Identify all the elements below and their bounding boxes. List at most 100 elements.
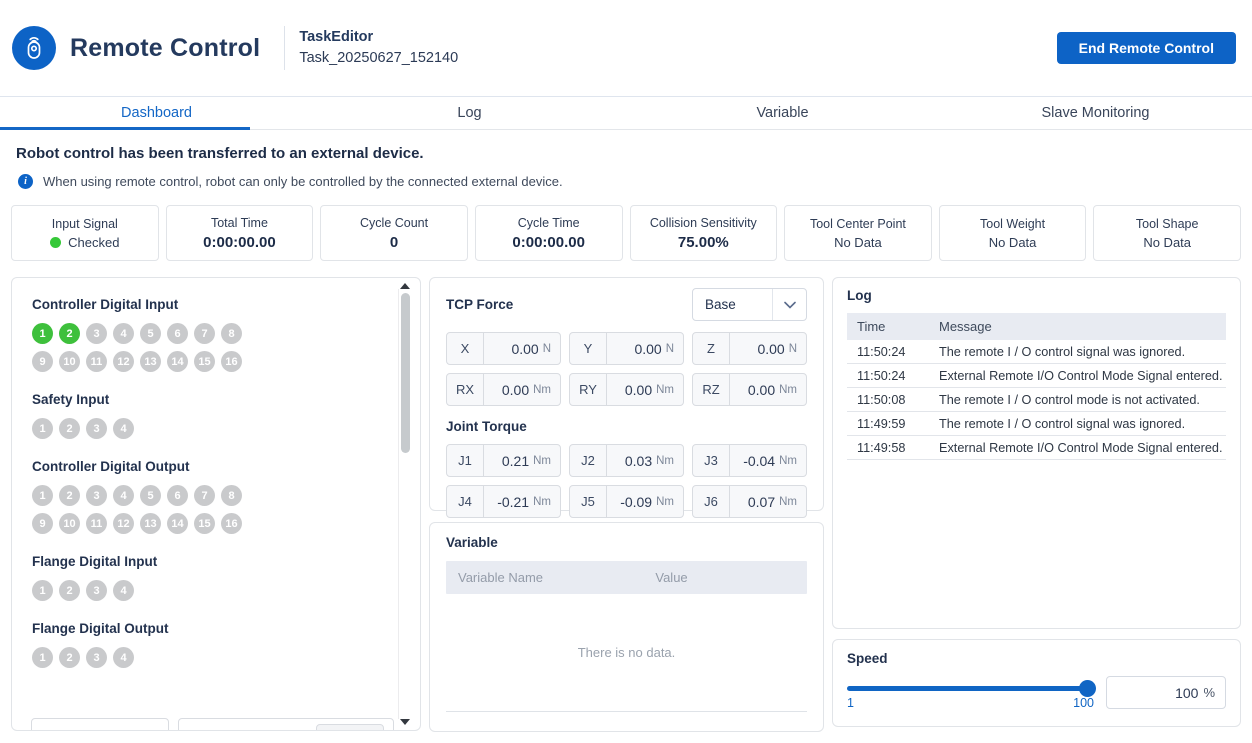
- info-icon: i: [18, 174, 33, 189]
- tab-slave-monitoring[interactable]: Slave Monitoring: [939, 97, 1252, 129]
- tcp-force-label: RZ: [693, 374, 730, 405]
- speed-value-input[interactable]: 100 %: [1106, 676, 1226, 709]
- joint-torque-field-j1: J10.21Nm: [446, 444, 561, 477]
- task-name: Task_20250627_152140: [299, 48, 458, 69]
- tab-log[interactable]: Log: [313, 97, 626, 129]
- speed-panel: Speed 1 100 100 %: [832, 639, 1241, 727]
- coordinate-frame-select[interactable]: Base: [692, 288, 807, 321]
- io-indicator-7: 7: [194, 323, 215, 344]
- scroll-down-icon[interactable]: [400, 719, 410, 725]
- log-panel: Log Time Message 11:50:24 The remote I /…: [832, 277, 1241, 629]
- stat-label: Tool Shape: [1136, 217, 1199, 231]
- stat-card: Tool Weight No Data: [939, 205, 1087, 261]
- io-indicator-12: 12: [113, 351, 134, 372]
- notice-info-text: When using remote control, robot can onl…: [43, 174, 563, 189]
- stat-value: 0: [390, 234, 398, 251]
- log-message: External Remote I/O Control Mode Signal …: [939, 441, 1226, 455]
- log-time: 11:49:59: [847, 417, 939, 431]
- log-row: 11:49:58 External Remote I/O Control Mod…: [847, 436, 1226, 460]
- io-indicator-12: 12: [113, 513, 134, 534]
- io-section-title: Controller Digital Output: [32, 459, 386, 474]
- stat-value: No Data: [989, 235, 1037, 250]
- io-indicator-2: 2: [59, 647, 80, 668]
- tcp-force-value: 0.00N: [730, 333, 806, 364]
- app-logo: [12, 26, 56, 70]
- tcp-force-value: 0.00Nm: [607, 374, 683, 405]
- io-indicator-13: 13: [140, 351, 161, 372]
- log-table-header: Time Message: [847, 313, 1226, 340]
- scrollbar-track[interactable]: [398, 289, 412, 719]
- stat-value: No Data: [1143, 235, 1191, 250]
- io-indicator-4: 4: [113, 485, 134, 506]
- stat-value: 0:00:00.00: [512, 234, 585, 251]
- speed-value: 100: [1175, 685, 1198, 701]
- task-info: TaskEditor Task_20250627_152140: [299, 27, 458, 69]
- scrollbar-thumb[interactable]: [401, 293, 410, 453]
- io-section-title: Flange Digital Input: [32, 554, 386, 569]
- log-message: The remote I / O control signal was igno…: [939, 345, 1226, 359]
- variable-table-header: Variable Name Value: [446, 561, 807, 594]
- io-indicator-4: 4: [113, 418, 134, 439]
- tcp-force-panel: TCP Force Base X0.00NY0.00NZ0.00NRX0.00N…: [429, 277, 824, 511]
- io-indicator-16: 16: [221, 513, 242, 534]
- io-indicator-3: 3: [86, 580, 107, 601]
- joint-torque-value: -0.04Nm: [730, 445, 806, 476]
- joint-torque-label: J5: [570, 486, 607, 517]
- joint-torque-value: 0.21Nm: [484, 445, 560, 476]
- io-input-field[interactable]: [178, 718, 394, 731]
- io-indicator-9: 9: [32, 351, 53, 372]
- io-section: Flange Digital Output 1234: [32, 621, 386, 668]
- io-indicator-3: 3: [86, 418, 107, 439]
- stat-card: Collision Sensitivity 75.00%: [630, 205, 778, 261]
- stat-label: Input Signal: [52, 217, 118, 231]
- tcp-force-value: 0.00N: [607, 333, 683, 364]
- stat-card: Input Signal Checked: [11, 205, 159, 261]
- io-section: Safety Input 1234: [32, 392, 386, 439]
- log-message: The remote I / O control mode is not act…: [939, 393, 1226, 407]
- joint-torque-label: J6: [693, 486, 730, 517]
- tab-dashboard[interactable]: Dashboard: [0, 97, 313, 129]
- speed-title: Speed: [847, 651, 1226, 666]
- log-message: External Remote I/O Control Mode Signal …: [939, 369, 1226, 383]
- io-indicator-11: 11: [86, 513, 107, 534]
- tab-variable[interactable]: Variable: [626, 97, 939, 129]
- remote-control-icon: [20, 34, 48, 62]
- io-indicator-3: 3: [86, 485, 107, 506]
- stat-value: No Data: [834, 235, 882, 250]
- tab-bar: DashboardLogVariableSlave Monitoring: [0, 96, 1252, 130]
- end-remote-control-button[interactable]: End Remote Control: [1057, 32, 1236, 64]
- io-input-field[interactable]: [31, 718, 169, 731]
- joint-torque-value: -0.09Nm: [607, 486, 683, 517]
- io-indicator-9: 9: [32, 513, 53, 534]
- io-indicator-11: 11: [86, 351, 107, 372]
- log-row: 11:50:24 External Remote I/O Control Mod…: [847, 364, 1226, 388]
- io-indicator-14: 14: [167, 513, 188, 534]
- log-row: 11:50:08 The remote I / O control mode i…: [847, 388, 1226, 412]
- speed-slider[interactable]: 1 100: [847, 676, 1094, 710]
- io-indicator-3: 3: [86, 323, 107, 344]
- stat-label: Total Time: [211, 216, 268, 230]
- log-time-column: Time: [847, 319, 939, 334]
- joint-torque-field-j5: J5-0.09Nm: [569, 485, 684, 518]
- header-divider: [284, 26, 285, 70]
- io-panel-scrollbar[interactable]: [398, 281, 412, 727]
- tcp-force-field-ry: RY0.00Nm: [569, 373, 684, 406]
- io-section-title: Flange Digital Output: [32, 621, 386, 636]
- joint-torque-label: J2: [570, 445, 607, 476]
- log-title: Log: [847, 288, 1226, 303]
- speed-unit: %: [1203, 685, 1215, 700]
- stat-label: Cycle Count: [360, 216, 428, 230]
- speed-slider-thumb[interactable]: [1079, 680, 1096, 697]
- io-status-panel: Controller Digital Input 123456789101112…: [11, 277, 421, 731]
- io-indicator-2: 2: [59, 323, 80, 344]
- joint-torque-value: -0.21Nm: [484, 486, 560, 517]
- variable-panel: Variable Variable Name Value There is no…: [429, 522, 824, 732]
- stat-card: Cycle Count 0: [320, 205, 468, 261]
- io-section: Flange Digital Input 1234: [32, 554, 386, 601]
- stat-label: Collision Sensitivity: [650, 216, 757, 230]
- status-dot-green: [50, 237, 61, 248]
- io-indicator-1: 1: [32, 485, 53, 506]
- io-indicator-13: 13: [140, 513, 161, 534]
- speed-slider-track[interactable]: [847, 686, 1094, 691]
- io-indicator-6: 6: [167, 323, 188, 344]
